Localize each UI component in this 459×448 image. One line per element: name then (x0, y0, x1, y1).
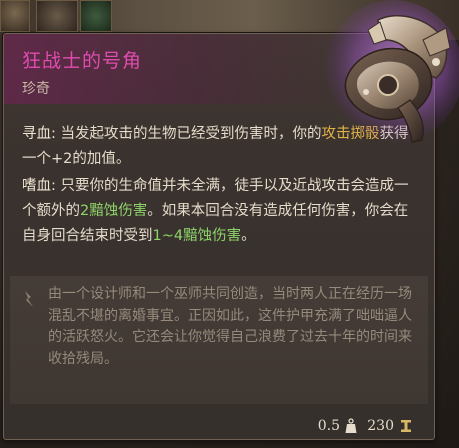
flavor-panel: 由一个设计师和一个巫师共同创造，当时两人正在经历一场混乱不堪的离婚事宜。正因如此… (10, 276, 428, 404)
flavor-text: 由一个设计师和一个巫师共同创造，当时两人正在经历一场混乱不堪的离婚事宜。正因如此… (48, 286, 412, 367)
effect-label: 嗜血: (22, 178, 61, 194)
hotbar-slot[interactable] (0, 0, 30, 32)
effect-label: 寻血: (22, 126, 61, 142)
item-rarity: 珍奇 (22, 81, 50, 97)
quill-icon (25, 291, 33, 307)
gold-coin-icon (401, 420, 411, 432)
effect-bloodlust: 嗜血: 只要你的生命值并未全满，徒手以及近战攻击会造成一个额外的2黯蚀伤害。如果… (22, 174, 422, 249)
berserker-horn-icon (323, 0, 459, 144)
item-footer: 0.5 230 (4, 414, 434, 439)
gold-value: 230 (367, 418, 394, 434)
hotbar-slot[interactable] (36, 0, 78, 32)
weight-icon (345, 418, 357, 433)
damage-keyword[interactable]: 1~4黯蚀伤害 (153, 228, 242, 244)
effect-text: 。 (241, 228, 256, 244)
damage-keyword[interactable]: 2黯蚀伤害 (80, 203, 147, 219)
hotbar-slot[interactable] (80, 0, 112, 32)
effect-text: 当发起攻击的生物已经受到伤害时，你的 (60, 126, 322, 142)
game-scene: 狂战士的号角 珍奇 寻血: 当发起攻击的生物已经受到伤害时，你的攻击掷骰获得一个… (0, 0, 459, 448)
item-name: 狂战士的号角 (22, 50, 143, 72)
weight-value: 0.5 (317, 418, 340, 434)
